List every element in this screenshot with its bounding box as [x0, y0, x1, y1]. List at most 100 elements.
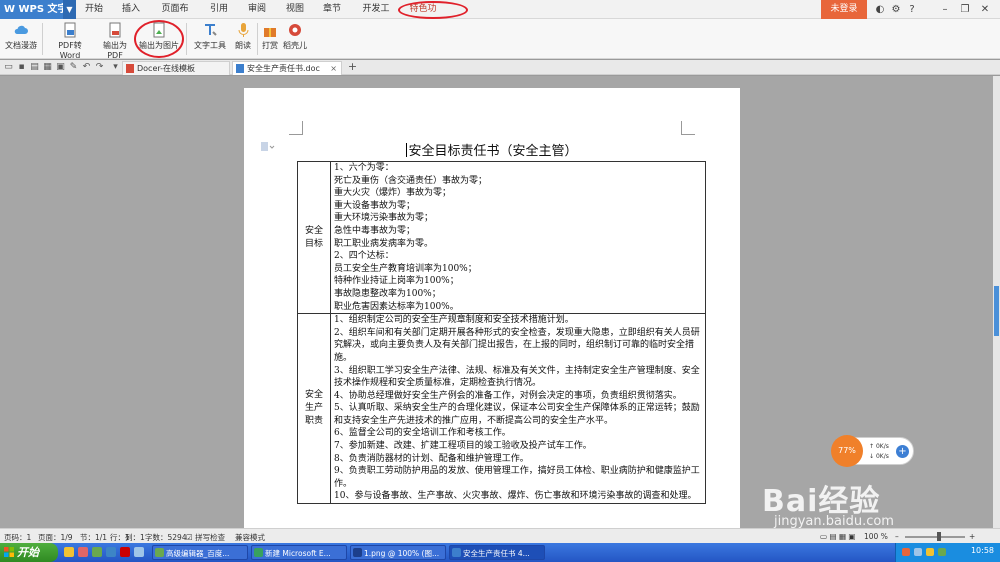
tray-icon[interactable] — [902, 548, 910, 556]
ribbon-toolbar: 文档漫游 PDF转Word 输出为PDF 输出为图片 文字工具 朗读 打赏 稻壳… — [0, 19, 1000, 60]
menu-references[interactable]: 引用 — [209, 0, 229, 19]
doc-roaming-button[interactable]: 文档漫游 — [4, 21, 38, 57]
docer-button[interactable]: 稻壳儿 — [282, 21, 308, 57]
scrollbar-thumb[interactable] — [994, 286, 999, 336]
open-folder-icon[interactable]: ▭ — [3, 61, 14, 73]
tab-docer-templates[interactable]: Docer-在线模板 — [122, 61, 230, 75]
menu-view[interactable]: 视图 — [285, 0, 305, 19]
format-painter-icon[interactable]: ✎ — [68, 61, 79, 73]
zoom-level[interactable]: 100 % — [864, 532, 888, 541]
label-line: 安全 — [304, 225, 323, 236]
spell-check-toggle[interactable]: ☑ 拼写检查 — [186, 532, 225, 543]
quick-launch-icon[interactable] — [120, 547, 130, 557]
skin-icon[interactable]: ◐ — [873, 2, 887, 17]
zoom-out-icon[interactable]: – — [895, 532, 899, 541]
new-tab-button[interactable]: + — [347, 61, 358, 73]
quick-launch-icon[interactable] — [92, 547, 102, 557]
taskbar-item-browser[interactable]: 高级编辑器_百度... — [152, 545, 248, 560]
list-item: 9、负责职工劳动防护用品的发放、使用管理工作，搞好员工体检、职业病防护和健康监护… — [334, 466, 700, 489]
print-preview-icon[interactable]: ▦ — [42, 61, 53, 73]
read-aloud-button[interactable]: 朗读 — [232, 21, 254, 57]
quick-launch-icon[interactable] — [64, 547, 74, 557]
list-item: 重大环境污染事故为零； — [334, 213, 434, 224]
label-line: 安全 — [304, 390, 323, 401]
text-tools-label: 文字工具 — [194, 41, 226, 50]
redo-icon[interactable]: ↷ — [94, 61, 105, 73]
quick-launch-icon[interactable] — [134, 547, 144, 557]
upload-speed: ↑ 0K/s — [869, 443, 889, 450]
menu-start[interactable]: 开始 — [84, 0, 104, 19]
task-label: 新建 Microsoft E... — [265, 549, 331, 558]
taskbar-item-excel[interactable]: 新建 Microsoft E... — [251, 545, 347, 560]
label-line: 目标 — [304, 238, 323, 249]
microphone-icon — [238, 23, 249, 37]
list-item: 4、协助总经理做好安全生产例会的准备工作，对例会决定的事项，负责组织贯彻落实。 — [334, 390, 682, 401]
tab-active-document[interactable]: 安全生产责任书.doc × — [232, 61, 342, 75]
zoom-slider-handle[interactable] — [937, 532, 941, 541]
menu-review[interactable]: 审阅 — [247, 0, 267, 19]
settings-icon[interactable]: ⚙ — [889, 2, 903, 17]
menu-insert[interactable]: 插入 — [121, 0, 141, 19]
zoom-in-icon[interactable]: + — [969, 532, 975, 541]
export-pdf-icon — [109, 22, 121, 38]
document-page[interactable]: 安全目标责任书（安全主管） 安全 目标 1、六个为零： 死亡及重伤（含交通责任）… — [244, 88, 740, 528]
print-icon[interactable]: ▤ — [29, 61, 40, 73]
clock[interactable]: 10:58 — [971, 546, 994, 555]
pdf-to-word-button[interactable]: PDF转Word — [48, 21, 92, 60]
menu-page-layout[interactable]: 页面布局 — [158, 0, 192, 33]
network-speed-widget[interactable]: 77% ↑ 0K/s ↓ 0K/s + — [831, 435, 914, 467]
minimize-icon[interactable]: – — [938, 2, 952, 17]
system-tray: 10:58 — [895, 543, 1000, 562]
export-pdf-button[interactable]: 输出为PDF — [96, 21, 134, 60]
view-mode-icons[interactable]: ▭ ▤ ▦ ▣ — [820, 532, 856, 541]
spreadsheet-icon — [254, 548, 263, 557]
quick-launch-icon[interactable] — [106, 547, 116, 557]
help-icon[interactable]: ? — [905, 2, 919, 17]
list-item: 员工安全生产教育培训率为100%； — [334, 263, 477, 274]
taskbar-item-photoshop[interactable]: 1.png @ 100% (图... — [350, 545, 446, 560]
taskbar-item-wps[interactable]: 安全生产责任书 4... — [449, 545, 545, 560]
ribbon-divider — [186, 23, 187, 55]
tray-icon[interactable] — [938, 548, 946, 556]
tray-icon[interactable] — [926, 548, 934, 556]
app-name: WPS 文字 — [18, 4, 68, 15]
label-line: 生产 — [304, 403, 323, 414]
restore-icon[interactable]: ❐ — [958, 2, 972, 17]
list-item: 死亡及重伤（含交通责任）事故为零； — [334, 175, 488, 186]
chevron-down-icon[interactable]: ▾ — [110, 61, 121, 73]
plus-icon[interactable]: + — [896, 445, 909, 458]
browser-icon — [155, 548, 164, 557]
upload-speed-value: 0K/s — [875, 443, 889, 450]
menu-chapter[interactable]: 章节 — [322, 0, 342, 19]
app-menu-button[interactable]: W WPS 文字 ▼ — [0, 0, 76, 19]
close-icon[interactable]: ✕ — [978, 2, 992, 17]
download-speed: ↓ 0K/s — [869, 453, 889, 460]
start-button[interactable]: 开始 — [0, 543, 58, 562]
export-icon[interactable]: ▣ — [55, 61, 66, 73]
status-pages: 页面：1/9 — [38, 533, 73, 542]
undo-icon[interactable]: ↶ — [81, 61, 92, 73]
document-tab-bar: ▭ ▪ ▤ ▦ ▣ ✎ ↶ ↷ ▾ Docer-在线模板 安全生产责任书.doc… — [0, 60, 1000, 75]
chevron-down-icon[interactable]: ▼ — [63, 0, 76, 19]
close-tab-icon[interactable]: × — [330, 62, 337, 75]
status-word-count: 字数：5294 — [145, 533, 187, 542]
tip-button[interactable]: 打赏 — [260, 21, 280, 57]
list-item: 8、负责消防器材的计划、配备和维护管理工作。 — [334, 453, 529, 464]
tray-icon[interactable] — [914, 548, 922, 556]
login-button[interactable]: 未登录 — [821, 0, 867, 19]
responsibility-table: 安全 目标 1、六个为零： 死亡及重伤（含交通责任）事故为零； 重大火灾（爆炸）… — [297, 160, 706, 505]
list-item: 6、监督全公司的安全培训工作和考核工作。 — [334, 428, 511, 439]
list-item: 7、参加新建、改建、扩建工程项目的竣工验收及投产试车工作。 — [334, 441, 592, 452]
windows-taskbar: 开始 高级编辑器_百度... 新建 Microsoft E... 1.png @… — [0, 543, 1000, 562]
menu-developer[interactable]: 开发工具 — [359, 0, 393, 33]
save-icon[interactable]: ▪ — [16, 61, 27, 73]
text-tools-button[interactable]: 文字工具 — [190, 21, 230, 57]
spell-check-label: 拼写检查 — [195, 533, 226, 542]
pdf-to-word-icon — [64, 22, 76, 38]
export-pdf-label: 输出为PDF — [103, 41, 127, 60]
word-doc-icon — [236, 64, 244, 73]
quick-launch-icon[interactable] — [78, 547, 88, 557]
zoom-slider[interactable] — [905, 536, 965, 538]
vertical-scrollbar[interactable] — [993, 76, 1000, 528]
baidu-watermark: Bai经验 jingyan.baidu.com — [762, 476, 982, 529]
